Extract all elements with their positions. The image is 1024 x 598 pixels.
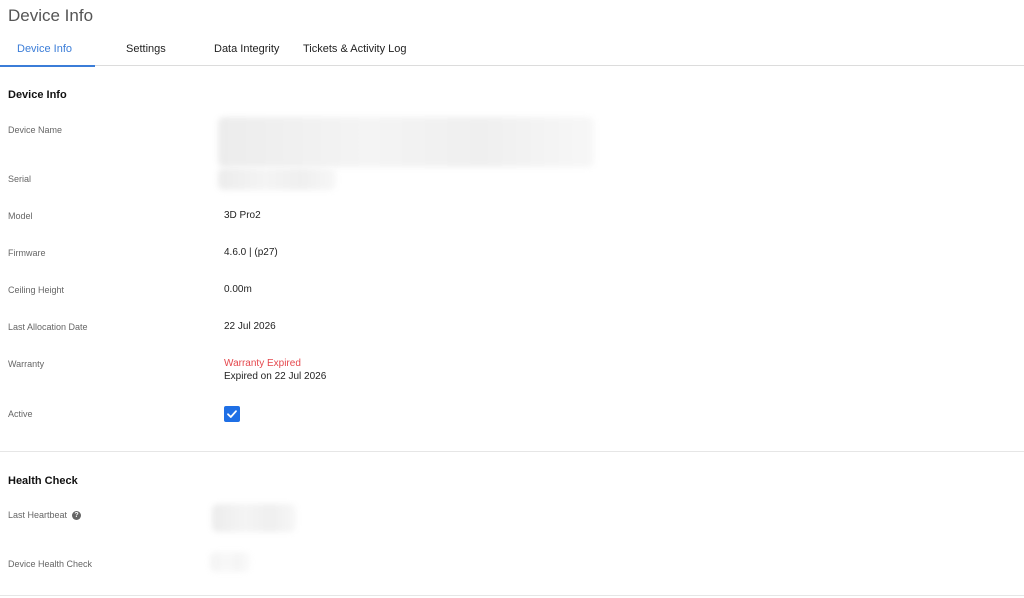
last-allocation-date-label: Last Allocation Date — [8, 322, 88, 332]
serial-value-redacted — [218, 168, 336, 190]
firmware-label: Firmware — [8, 248, 46, 258]
help-icon[interactable]: ? — [72, 510, 82, 520]
model-value: 3D Pro2 — [224, 210, 261, 221]
model-label: Model — [8, 211, 33, 221]
checkmark-icon — [227, 410, 237, 418]
active-tab-indicator — [0, 65, 95, 67]
firmware-value: 4.6.0 | (p27) — [224, 247, 278, 258]
tab-tickets-activity-log[interactable]: Tickets & Activity Log — [303, 43, 407, 64]
section-divider — [0, 451, 1024, 452]
device-info-page: Device Info Device Info Settings Data In… — [0, 0, 1024, 598]
last-heartbeat-label: Last Heartbeat ? — [8, 510, 82, 520]
tab-settings[interactable]: Settings — [126, 43, 166, 64]
warranty-status-badge: Warranty Expired — [224, 358, 301, 369]
page-title: Device Info — [8, 6, 94, 25]
tab-data-integrity[interactable]: Data Integrity — [214, 43, 279, 64]
tab-bar: Device Info Settings Data Integrity Tick… — [0, 36, 1024, 67]
device-health-check-value-redacted — [210, 552, 250, 572]
ceiling-height-label: Ceiling Height — [8, 285, 65, 295]
warranty-expiry-text: Expired on 22 Jul 2026 — [224, 371, 327, 382]
tab-device-info[interactable]: Device Info — [17, 43, 72, 64]
bottom-divider — [0, 595, 1024, 596]
active-label: Active — [8, 409, 33, 419]
serial-label: Serial — [8, 174, 32, 184]
device-health-check-label: Device Health Check — [8, 559, 93, 569]
device-info-section-title: Device Info — [8, 89, 67, 101]
ceiling-height-value: 0.00m — [224, 284, 252, 295]
active-checkbox[interactable] — [224, 406, 240, 422]
last-allocation-date-value: 22 Jul 2026 — [224, 321, 276, 332]
device-name-value-redacted — [218, 117, 594, 167]
warranty-value: Warranty Expired Expired on 22 Jul 2026 — [224, 358, 326, 382]
device-name-label: Device Name — [8, 125, 63, 135]
warranty-label: Warranty — [8, 359, 45, 369]
health-check-section-title: Health Check — [8, 475, 78, 487]
last-heartbeat-value-redacted — [212, 504, 296, 532]
